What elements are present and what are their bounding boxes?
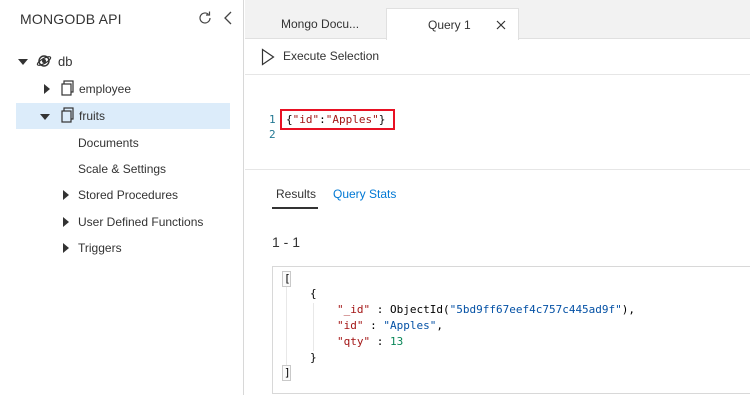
tab-query-stats[interactable]: Query Stats [333,187,396,207]
play-icon[interactable] [261,48,275,66]
json-key: "id" [337,319,364,332]
refresh-icon[interactable] [197,10,213,26]
tree-item-fruits[interactable]: fruits [16,103,230,129]
caret-down-icon[interactable] [18,57,28,67]
json-row-oid: "_id" : ObjectId("5bd9ff67eef4c757c445ad… [337,303,635,316]
json-end: ), [621,303,636,316]
json-sep: : [370,335,390,348]
tree-label-documents: Documents [78,136,139,150]
json-key: "_id" [337,303,371,316]
tree-label-triggers: Triggers [78,241,122,255]
json-value: 13 [390,335,404,348]
tree-label-scale-settings: Scale & Settings [78,162,167,176]
caret-right-icon[interactable] [42,84,52,94]
json-key: "qty" [337,335,371,348]
tree-item-user-defined-functions[interactable]: User Defined Functions [16,209,230,235]
json-open-brace: { [310,287,317,300]
json-open-bracket: [ [284,272,291,285]
tree-label-db: db [58,54,73,69]
json-row-id: "id" : "Apples", [337,319,443,332]
chevron-left-icon[interactable] [222,10,234,26]
json-value: "5bd9ff67eef4c757c445ad9f" [449,303,622,316]
caret-right-icon[interactable] [61,217,71,227]
caret-right-icon[interactable] [61,243,71,253]
tree-item-triggers[interactable]: Triggers [16,235,230,261]
caret-right-icon[interactable] [61,190,71,200]
tab-results[interactable]: Results [272,187,318,209]
tree-item-db[interactable]: db [16,49,230,75]
tab-mongo-label: Mongo Docu... [281,17,360,31]
json-sep: : [370,303,390,316]
tab-mongo-documents[interactable]: Mongo Docu... [263,8,381,39]
selection-highlight [280,109,395,130]
execute-selection-button[interactable]: Execute Selection [283,49,379,63]
sidebar-title: MONGODB API [20,11,122,27]
tree-item-employee[interactable]: employee [16,76,230,102]
collection-icon [61,107,74,123]
sidebar: MONGODB API db employee fruits Documents… [0,0,244,395]
result-count: 1 - 1 [272,234,301,250]
json-close-brace: } [310,351,317,364]
tree-label-employee: employee [79,82,132,96]
collection-icon [61,80,74,96]
sidebar-header: MONGODB API [0,0,244,38]
tree-label-user-defined-functions: User Defined Functions [78,215,204,229]
tree-item-scale-settings[interactable]: Scale & Settings [16,156,230,182]
json-close-bracket: ] [284,366,291,379]
json-sep: : [363,319,384,332]
tree-label-stored-procedures: Stored Procedures [78,188,179,202]
tree-item-stored-procedures[interactable]: Stored Procedures [16,182,230,208]
indent-guide [286,287,287,367]
json-value: "Apples" [383,319,437,332]
tab-query-label: Query 1 [428,18,471,32]
tree-item-documents[interactable]: Documents [16,130,230,156]
caret-down-icon[interactable] [40,112,50,122]
tree-label-fruits: fruits [79,109,106,123]
query-editor[interactable]: 1 2 {"id":"Apples"} [245,76,750,170]
close-icon[interactable] [496,20,506,30]
tab-bar: Mongo Docu... Query 1 [245,0,750,40]
result-json-viewer[interactable]: [ { "_id" : ObjectId("5bd9ff67eef4c757c4… [272,266,750,394]
indent-guide [313,303,314,351]
json-fn: ObjectId( [390,303,450,316]
database-icon [36,55,52,67]
tab-query-1[interactable]: Query 1 [386,8,519,40]
toolbar: Execute Selection [245,39,750,75]
json-row-qty: "qty" : 13 [337,335,403,348]
json-end: , [436,319,443,332]
line-number: 1 [269,113,276,126]
line-number: 2 [269,128,276,141]
